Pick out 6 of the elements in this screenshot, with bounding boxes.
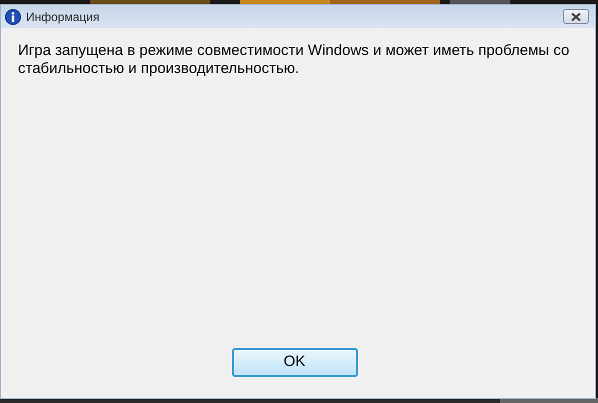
window-title: Информация (26, 8, 100, 26)
close-button[interactable] (563, 9, 589, 24)
message-text: Игра запущена в режиме совместимости Windows и может иметь проблемы со стабильностью и производительностью. (18, 42, 570, 78)
close-icon (571, 12, 581, 20)
ok-button[interactable]: OK (232, 348, 358, 377)
info-icon (5, 8, 21, 24)
